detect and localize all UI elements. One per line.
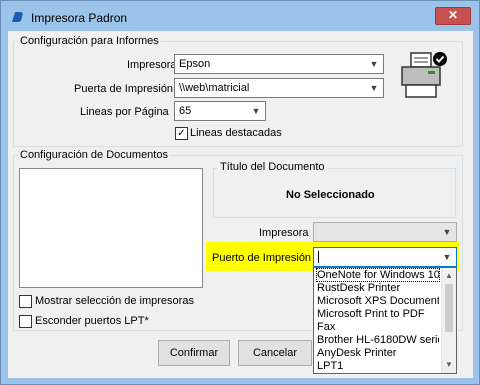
documentos-port-label: Puerto de Impresión (212, 252, 312, 264)
informes-group-title: Configuración para Informes (18, 35, 161, 47)
dropdown-option[interactable]: AnyDesk Printer (317, 347, 439, 359)
dropdown-option[interactable]: Brother HL-6180DW series (317, 334, 439, 346)
hide-ports-label: Esconder puertos LPT* (35, 315, 149, 327)
show-printers-label: Mostrar selección de impresoras (35, 295, 194, 307)
close-icon: ✕ (447, 8, 459, 22)
documentos-printer-label: Impresora (259, 227, 309, 239)
informes-printer-select[interactable]: Epson ▼ (174, 54, 384, 74)
documentos-group-title: Configuración de Documentos (18, 149, 170, 161)
doc-title-value: No Seleccionado (286, 189, 375, 201)
informes-port-value: \\web\matricial (179, 82, 250, 94)
window: Impresora Padron ✕ Configuración para In… (0, 0, 480, 385)
chevron-down-icon: ▼ (442, 227, 452, 237)
documentos-port-select[interactable]: ▼ (313, 247, 457, 267)
highlight-lines-checkbox[interactable]: ✓ (175, 127, 188, 140)
dropdown-option[interactable]: Fax (317, 321, 439, 333)
informes-lines-select[interactable]: 65 ▼ (174, 101, 266, 121)
app-logo-icon (12, 12, 23, 22)
dropdown-scrollbar[interactable]: ▲ ▼ (441, 268, 456, 373)
doc-title-label: Título del Documento (218, 161, 327, 173)
informes-port-label: Puerta de Impresión (74, 83, 174, 95)
informes-printer-value: Epson (179, 58, 211, 70)
text-caret (318, 251, 319, 263)
dialog-body: Configuración para Informes Impresora Ep… (8, 31, 473, 378)
documents-list[interactable] (19, 168, 203, 288)
informes-printer-label: Impresora (127, 59, 177, 71)
informes-lines-label: Lineas por Página (80, 106, 169, 118)
documentos-printer-select[interactable]: ▼ (313, 222, 457, 242)
title-bar[interactable]: Impresora Padron ✕ (1, 1, 479, 31)
chevron-down-icon: ▼ (369, 83, 379, 93)
dropdown-option[interactable]: RustDesk Printer (317, 282, 439, 294)
dropdown-option[interactable]: Microsoft Print to PDF (317, 308, 439, 320)
scroll-thumb[interactable] (445, 284, 453, 332)
dropdown-option[interactable]: OneNote for Windows 10 (316, 268, 440, 282)
dropdown-option[interactable]: LPT1 (317, 360, 439, 372)
dropdown-option[interactable]: Microsoft XPS Document Writer (317, 295, 439, 307)
port-dropdown-list[interactable]: OneNote for Windows 10 RustDesk Printer … (313, 267, 457, 374)
chevron-down-icon: ▼ (369, 59, 379, 69)
highlight-lines-label: Lineas destacadas (190, 127, 282, 139)
scroll-down-icon[interactable]: ▼ (442, 357, 456, 373)
close-button[interactable]: ✕ (435, 7, 471, 25)
confirm-button[interactable]: Confirmar (158, 340, 230, 366)
informes-lines-value: 65 (179, 105, 192, 117)
window-title: Impresora Padron (31, 11, 128, 25)
cancel-button[interactable]: Cancelar (238, 340, 312, 366)
printer-check-icon (401, 52, 447, 98)
hide-ports-checkbox[interactable] (19, 315, 32, 328)
scroll-up-icon[interactable]: ▲ (442, 268, 456, 284)
show-printers-checkbox[interactable] (19, 295, 32, 308)
informes-port-select[interactable]: \\web\matricial ▼ (174, 78, 384, 98)
chevron-down-icon: ▼ (251, 106, 261, 116)
chevron-down-icon: ▼ (442, 252, 452, 262)
